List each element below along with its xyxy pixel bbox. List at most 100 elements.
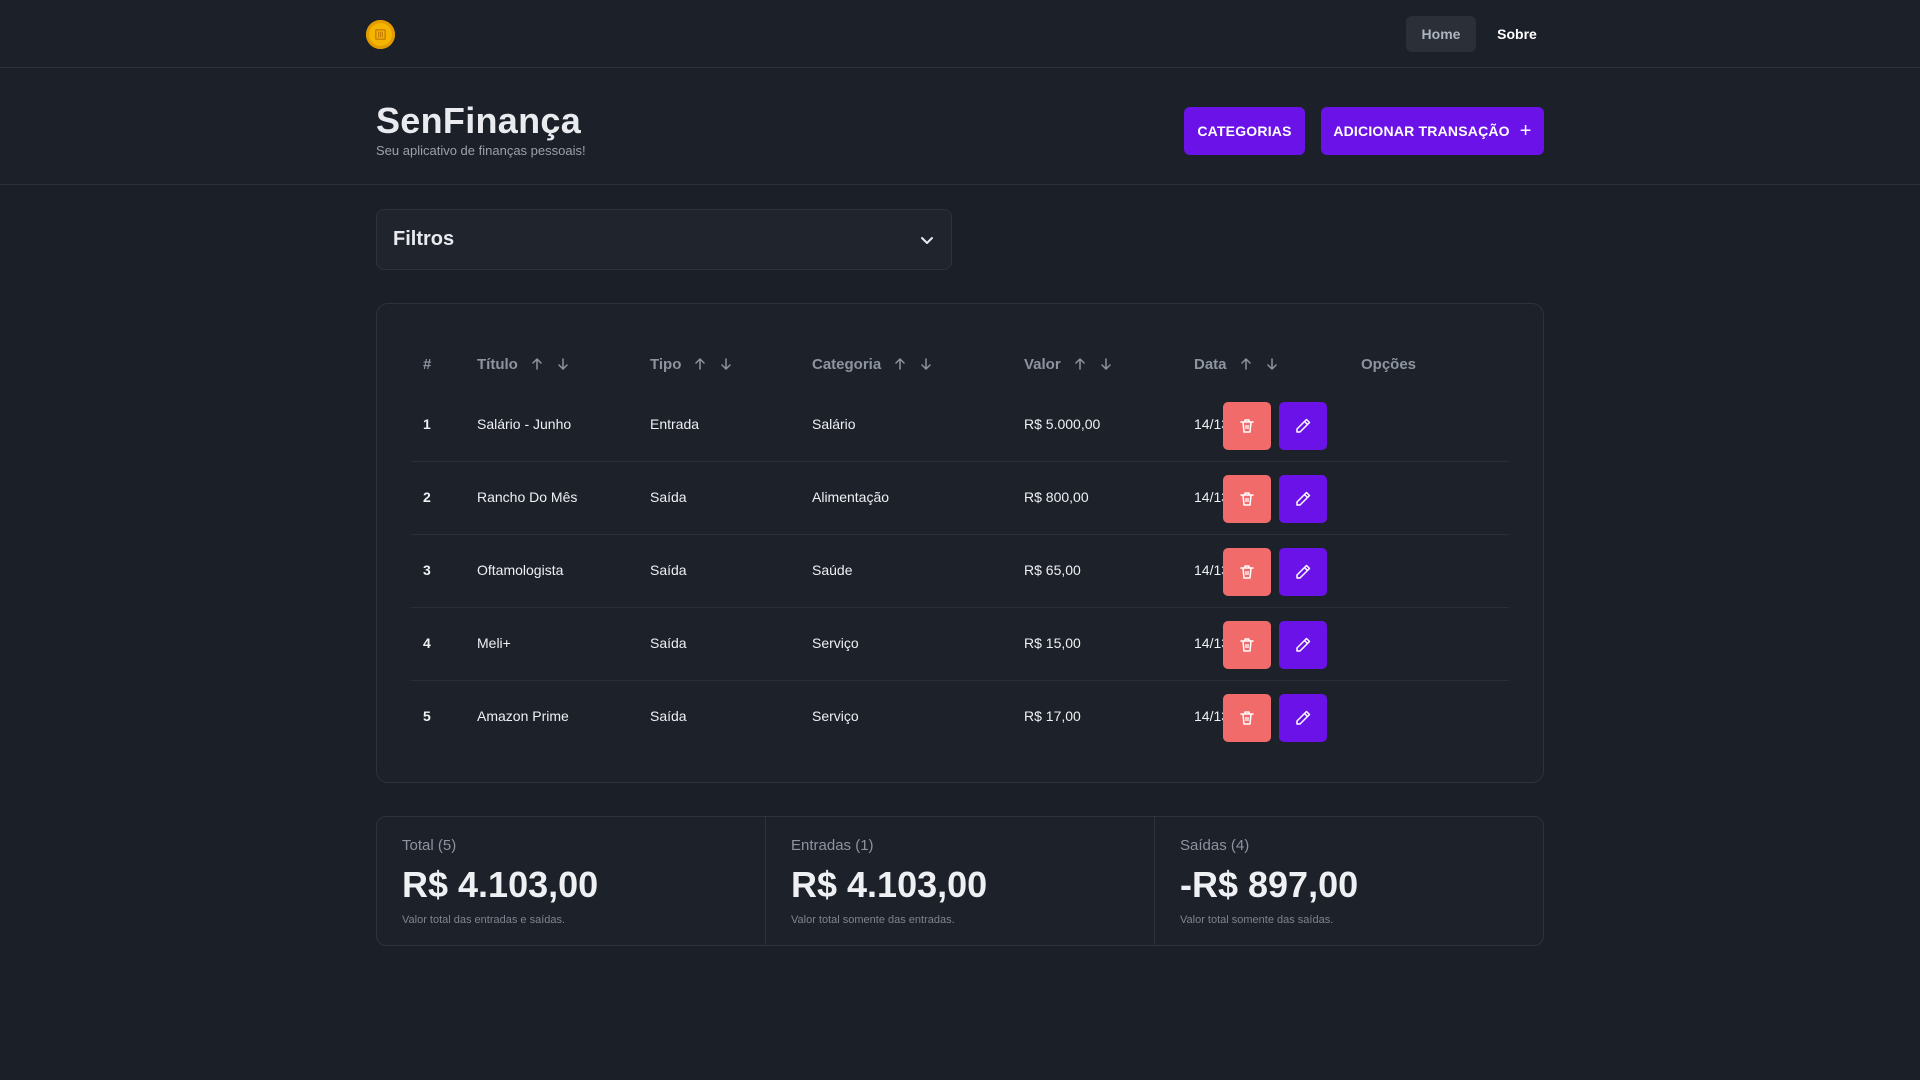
entradas-stat: Entradas (1) R$ 4.103,00 Valor total som… (766, 817, 1155, 945)
entradas-description: Valor total somente das entradas. (791, 914, 955, 926)
cell-categoria: Saúde (812, 562, 853, 578)
edit-button[interactable] (1279, 475, 1327, 523)
plus-icon: + (1519, 120, 1532, 142)
trash-icon (1240, 419, 1254, 433)
delete-button[interactable] (1223, 621, 1271, 669)
cell-valor: R$ 800,00 (1024, 489, 1089, 505)
column-header-num-label: # (423, 355, 432, 373)
cell-tipo: Saída (650, 708, 687, 724)
sort-asc-icon[interactable] (1073, 357, 1087, 371)
cell-num: 5 (423, 708, 431, 724)
filters-label: Filtros (393, 228, 455, 250)
transactions-table: # Título Tipo Categoria Valor Data Opçõe… (376, 303, 1544, 783)
sort-desc-icon[interactable] (1265, 357, 1279, 371)
nav-sobre-link[interactable]: Sobre (1482, 16, 1552, 52)
cell-categoria: Serviço (812, 708, 859, 724)
cell-categoria: Alimentação (812, 489, 890, 505)
edit-button[interactable] (1279, 694, 1327, 742)
total-label: Total (5) (402, 837, 457, 854)
cell-titulo: Salário - Junho (477, 416, 572, 432)
nav-home-link[interactable]: Home (1406, 16, 1476, 52)
edit-button[interactable] (1279, 548, 1327, 596)
delete-button[interactable] (1223, 402, 1271, 450)
delete-button[interactable] (1223, 475, 1271, 523)
categorias-button-label: CATEGORIAS (1197, 123, 1292, 139)
cell-tipo: Saída (650, 635, 687, 651)
sort-desc-icon[interactable] (556, 357, 570, 371)
chevron-down-icon (921, 237, 933, 244)
add-transaction-label: ADICIONAR TRANSAÇÃO (1333, 123, 1510, 139)
cell-titulo: Meli+ (477, 635, 511, 651)
trash-icon (1240, 638, 1254, 652)
sort-asc-icon[interactable] (693, 357, 707, 371)
cell-num: 2 (423, 489, 431, 505)
sort-desc-icon[interactable] (719, 357, 733, 371)
table-row: 2Rancho Do MêsSaídaAlimentaçãoR$ 800,001… (411, 463, 1509, 535)
entradas-value: R$ 4.103,00 (791, 864, 988, 905)
column-header-valor: Valor (1024, 352, 1113, 376)
edit-button[interactable] (1279, 621, 1327, 669)
page-subtitle: Seu aplicativo de finanças pessoais! (376, 143, 586, 158)
table-row: 5Amazon PrimeSaídaServiçoR$ 17,0014/13/2… (411, 682, 1509, 754)
cell-titulo: Amazon Prime (477, 708, 569, 724)
pencil-icon (1296, 637, 1311, 652)
column-header-data: Data (1194, 352, 1279, 376)
sort-desc-icon[interactable] (919, 357, 933, 371)
cell-num: 1 (423, 416, 431, 432)
cell-num: 3 (423, 562, 431, 578)
column-header-titulo-label: Título (477, 355, 518, 373)
cell-titulo: Oftamologista (477, 562, 564, 578)
trash-icon (1240, 711, 1254, 725)
total-value: R$ 4.103,00 (402, 864, 599, 905)
saidas-label: Saídas (4) (1180, 837, 1250, 854)
column-header-data-label: Data (1194, 355, 1227, 373)
cell-titulo: Rancho Do Mês (477, 489, 578, 505)
column-header-titulo: Título (477, 352, 570, 376)
cell-valor: R$ 65,00 (1024, 562, 1081, 578)
column-header-tipo-label: Tipo (650, 355, 682, 373)
edit-button[interactable] (1279, 402, 1327, 450)
saidas-stat: Saídas (4) -R$ 897,00 Valor total soment… (1155, 817, 1543, 945)
trash-icon (1240, 565, 1254, 579)
pencil-icon (1296, 418, 1311, 433)
column-header-valor-label: Valor (1024, 355, 1061, 373)
saidas-description: Valor total somente das saídas. (1180, 914, 1334, 926)
filters-accordion[interactable]: Filtros (376, 209, 952, 270)
delete-button[interactable] (1223, 694, 1271, 742)
categorias-button[interactable]: CATEGORIAS (1184, 107, 1305, 155)
total-description: Valor total das entradas e saídas. (402, 914, 566, 926)
cell-valor: R$ 5.000,00 (1024, 416, 1101, 432)
table-row: 4Meli+SaídaServiçoR$ 15,0014/13/2024 (411, 609, 1509, 681)
column-header-categoria: Categoria (812, 352, 933, 376)
sort-asc-icon[interactable] (893, 357, 907, 371)
bank-icon (375, 29, 386, 40)
column-header-opcoes: Opções (1361, 352, 1416, 376)
entradas-label: Entradas (1) (791, 837, 874, 854)
sort-asc-icon[interactable] (1239, 357, 1253, 371)
cell-tipo: Entrada (650, 416, 700, 432)
column-header-num: # (423, 352, 431, 376)
cell-categoria: Serviço (812, 635, 859, 651)
page-header: SenFinança Seu aplicativo de finanças pe… (0, 69, 1920, 185)
pencil-icon (1296, 564, 1311, 579)
pencil-icon (1296, 491, 1311, 506)
delete-button[interactable] (1223, 548, 1271, 596)
column-header-opcoes-label: Opções (1361, 355, 1417, 373)
table-row: 1 Salário - Junho Entrada Salário R$ 5.000,0… (411, 390, 1509, 462)
top-navbar: Home Sobre (0, 0, 1920, 68)
coin-icon[interactable] (366, 20, 395, 49)
saidas-value: -R$ 897,00 (1180, 864, 1359, 905)
add-transaction-button[interactable]: ADICIONAR TRANSAÇÃO + (1321, 107, 1544, 155)
page-title: SenFinança (376, 100, 582, 141)
table-row: 3OftamologistaSaídaSaúdeR$ 65,0014/13/20… (411, 536, 1509, 608)
sort-desc-icon[interactable] (1099, 357, 1113, 371)
sort-asc-icon[interactable] (530, 357, 544, 371)
cell-tipo: Saída (650, 562, 687, 578)
cell-valor: R$ 17,00 (1024, 708, 1081, 724)
cell-num: 4 (423, 635, 431, 651)
cell-valor: R$ 15,00 (1024, 635, 1081, 651)
column-header-categoria-label: Categoria (812, 355, 882, 373)
trash-icon (1240, 492, 1254, 506)
summary-panel: Total (5) R$ 4.103,00 Valor total das en… (376, 816, 1544, 946)
cell-categoria: Salário (812, 416, 856, 432)
